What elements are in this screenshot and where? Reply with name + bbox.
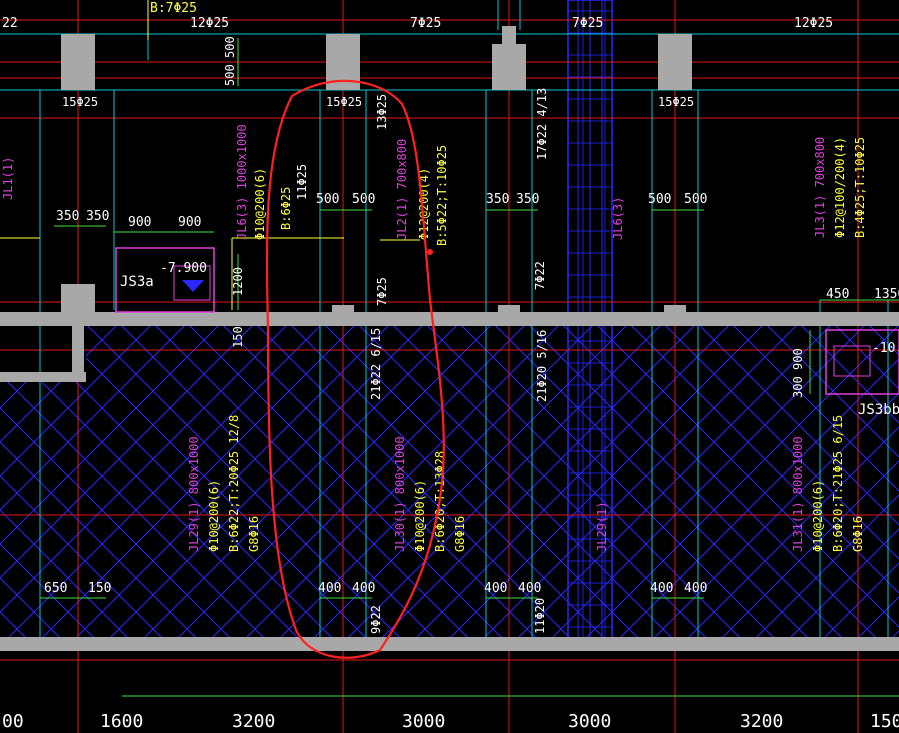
dim-350-c: 350 bbox=[486, 192, 509, 207]
pit-js3bb-label: JS3bb bbox=[858, 402, 899, 418]
label-top-left-22: 22 bbox=[2, 16, 18, 31]
label-jl6-title: JL6(3) 1000x1000 bbox=[235, 124, 249, 240]
dim-450: 450 bbox=[826, 287, 849, 302]
dim-900-b: 900 bbox=[178, 215, 201, 230]
axis-spacing-0: 00 bbox=[2, 711, 24, 732]
dim-1200: 1200 bbox=[231, 267, 245, 296]
label-21phi20: 21Φ20 5/16 bbox=[535, 330, 549, 402]
label-15phi25-c: 15Φ25 bbox=[658, 95, 694, 109]
axis-spacing-labels: 00 1600 3200 3000 3000 3200 150 bbox=[2, 711, 899, 732]
dim-400-c: 400 bbox=[484, 581, 507, 596]
dim-500-c: 500 bbox=[316, 192, 339, 207]
dim-400-b: 400 bbox=[352, 581, 375, 596]
label-7phi25-mid: 7Φ25 bbox=[375, 277, 389, 306]
dim-500-e: 500 bbox=[648, 192, 671, 207]
label-jl30-stirrup: Φ10@200(6) bbox=[413, 480, 427, 552]
label-jl29-stirrup: Φ10@200(6) bbox=[207, 480, 221, 552]
label-jl2-bottom: B:5Φ22;T:10Φ25 bbox=[435, 145, 449, 246]
label-b7: B:7Φ25 bbox=[150, 1, 197, 16]
axis-spacing-3: 3000 bbox=[402, 711, 445, 732]
dim-650: 650 bbox=[44, 581, 67, 596]
dim-350-d: 350 bbox=[516, 192, 539, 207]
label-jl30-title: JL30(1) 800x1000 bbox=[393, 436, 407, 552]
label-17phi22: 17Φ22 4/13 bbox=[535, 88, 549, 160]
dim-500-f: 500 bbox=[684, 192, 707, 207]
label-jl6-side: B:6Φ25 bbox=[279, 187, 293, 230]
pit-level-marker-icon bbox=[182, 280, 204, 292]
label-jl3-title: JL3(1) 700x800 bbox=[813, 137, 827, 238]
pit-js3bb-level: -10.0 bbox=[872, 341, 899, 356]
pit-js3a-label: JS3a bbox=[120, 274, 154, 290]
label-jl31-stirrup: Φ10@200(6) bbox=[811, 480, 825, 552]
label-jl2-title: JL2(1) 700x800 bbox=[395, 139, 409, 240]
label-7phi25-a: 7Φ25 bbox=[410, 16, 441, 31]
dim-300-v: 300 bbox=[791, 376, 805, 398]
dim-900-a: 900 bbox=[128, 215, 151, 230]
dim-900-v: 900 bbox=[791, 348, 805, 370]
axis-spacing-4: 3000 bbox=[568, 711, 611, 732]
label-12phi25-left: 12Φ25 bbox=[190, 16, 229, 31]
dim-350-b: 350 bbox=[86, 209, 109, 224]
pit-js3a-level: -7.900 bbox=[160, 261, 207, 276]
axis-spacing-5: 3200 bbox=[740, 711, 783, 732]
dim-400-e: 400 bbox=[650, 581, 673, 596]
dim-1350: 1350 bbox=[874, 287, 899, 302]
dim-400-a: 400 bbox=[318, 581, 341, 596]
dim-350-a: 350 bbox=[56, 209, 79, 224]
label-jl29-mid: JL29(1) bbox=[595, 501, 609, 552]
label-jl29-bottom: B:6Φ22;T:20Φ25 12/8 bbox=[227, 415, 241, 552]
foundation-beam-plan: 22 B:7Φ25 12Φ25 7Φ25 7Φ25 12Φ25 15Φ25 15… bbox=[0, 0, 899, 733]
raft-slab-hatch bbox=[0, 326, 899, 638]
dim-400-d: 400 bbox=[518, 581, 541, 596]
label-jl29-title: JL29(1) 800x1000 bbox=[187, 436, 201, 552]
label-7phi22: 7Φ22 bbox=[533, 261, 547, 290]
label-7phi25-b: 7Φ25 bbox=[572, 16, 603, 31]
label-jl1: JL1(1) bbox=[1, 157, 15, 200]
label-12phi25-right: 12Φ25 bbox=[794, 16, 833, 31]
label-jl6-stirrup: Φ10@200(6) bbox=[253, 168, 267, 240]
label-jl31-side: G8Φ16 bbox=[851, 516, 865, 552]
label-21phi22: 21Φ22 6/15 bbox=[369, 328, 383, 400]
dim-500-b: 500 bbox=[223, 36, 237, 58]
label-jl31-title: JL31(1) 800x1000 bbox=[791, 436, 805, 552]
dim-500-d: 500 bbox=[352, 192, 375, 207]
label-jl3-bottom: B:4Φ25;T:10Φ25 bbox=[853, 137, 867, 238]
label-15phi25-b: 15Φ25 bbox=[326, 95, 362, 109]
label-9phi22: 9Φ22 bbox=[369, 605, 383, 634]
label-jl3-stirrup: Φ12@100/200(4) bbox=[833, 137, 847, 238]
axis-spacing-1: 1600 bbox=[100, 711, 143, 732]
label-jl31-bottom: B:6Φ20;T:21Φ25 6/15 bbox=[831, 415, 845, 552]
label-jl6-mid: JL6(3) bbox=[611, 197, 625, 240]
axis-spacing-2: 3200 bbox=[232, 711, 275, 732]
label-jl30-side: G8Φ16 bbox=[453, 516, 467, 552]
dim-150-v: 150 bbox=[231, 326, 245, 348]
label-11phi25: 11Φ25 bbox=[295, 164, 309, 200]
label-15phi25-a: 15Φ25 bbox=[62, 95, 98, 109]
label-jl29-side: G8Φ16 bbox=[247, 516, 261, 552]
dim-400-f: 400 bbox=[684, 581, 707, 596]
axis-spacing-6: 150 bbox=[870, 711, 899, 732]
markup-dot bbox=[427, 249, 433, 255]
dim-150-low: 150 bbox=[88, 581, 111, 596]
label-13phi25: 13Φ25 bbox=[375, 94, 389, 130]
dim-500-a: 500 bbox=[223, 64, 237, 86]
cad-drawing-canvas[interactable]: 22 B:7Φ25 12Φ25 7Φ25 7Φ25 12Φ25 15Φ25 15… bbox=[0, 0, 899, 733]
label-11phi20: 11Φ20 bbox=[533, 598, 547, 634]
